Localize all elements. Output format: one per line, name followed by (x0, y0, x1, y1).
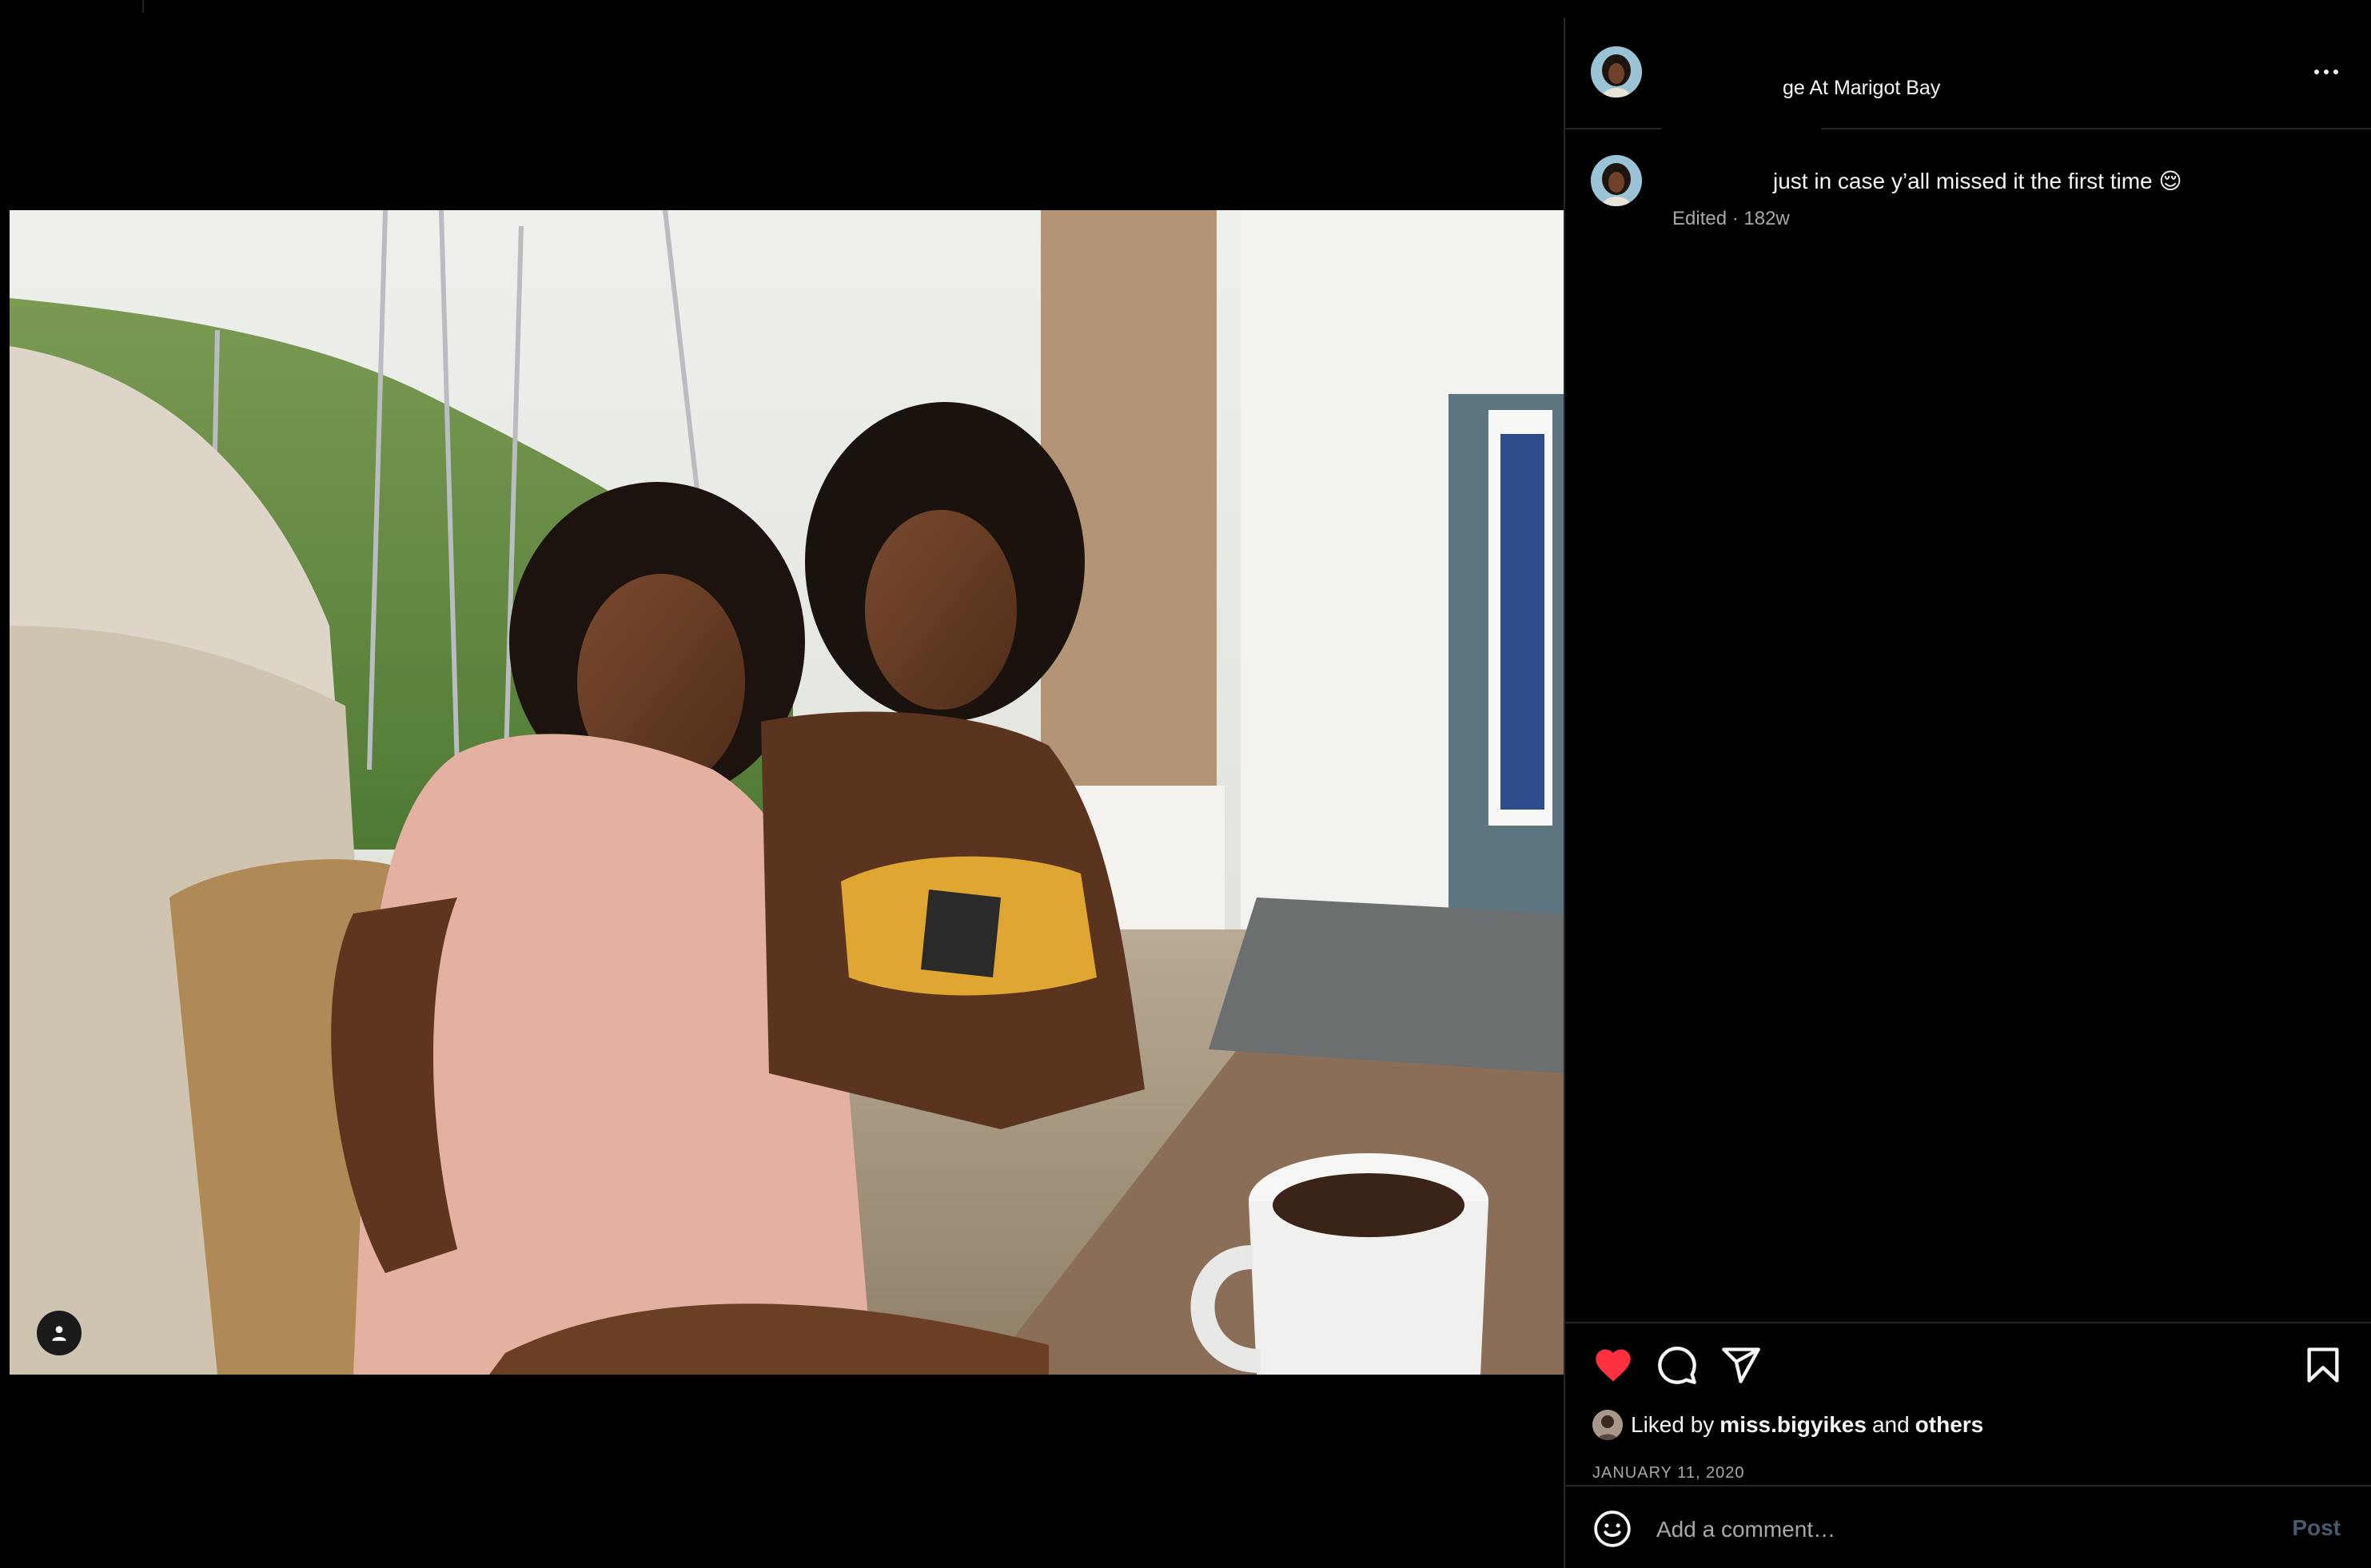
save-button[interactable] (2302, 1344, 2344, 1386)
comment-divider (1565, 1485, 2371, 1486)
share-button[interactable] (1720, 1344, 1762, 1386)
post-date[interactable]: JANUARY 11, 2020 (1592, 1464, 1745, 1482)
likes-summary[interactable]: Liked by miss.bigyikes and others (1592, 1410, 1983, 1440)
liker-avatar-image (1592, 1410, 1623, 1440)
post-comment-button[interactable]: Post (2292, 1515, 2341, 1541)
author-avatar-image (1591, 46, 1642, 98)
caption-author-avatar[interactable] (1591, 155, 1642, 206)
post-details-panel: ge At Marigot Bay just in case y’all mis… (1564, 18, 2371, 1568)
liked-by-and: and (1871, 1412, 1910, 1437)
heart-filled-icon (1596, 1349, 1631, 1382)
post-caption: just in case y’all missed it the first t… (1773, 169, 2182, 193)
liked-by-prefix: Liked by (1631, 1412, 1715, 1437)
post-location[interactable]: ge At Marigot Bay (1783, 77, 1959, 100)
emoji-button[interactable] (1592, 1509, 1632, 1549)
top-edge-mark (142, 0, 144, 13)
tagged-users-button[interactable] (37, 1311, 82, 1355)
more-dot-icon (2314, 70, 2319, 74)
user-tag-icon (52, 1326, 66, 1341)
post-photo-image (10, 210, 1564, 1375)
post-photo[interactable] (10, 210, 1564, 1375)
caption-meta: Edited · 182w (1672, 208, 1790, 229)
like-button[interactable] (1592, 1344, 1634, 1386)
instagram-post-viewer: ge At Marigot Bay just in case y’all mis… (0, 0, 2371, 1568)
more-dot-icon (2333, 70, 2338, 74)
liked-by-others-link[interactable]: others (1915, 1412, 1984, 1438)
comment-bubble-icon (1658, 1347, 1696, 1384)
comment-input[interactable] (1655, 1509, 2170, 1550)
more-options-button[interactable] (2307, 62, 2345, 82)
author-avatar[interactable] (1591, 46, 1642, 98)
more-dot-icon (2324, 70, 2329, 74)
liker-avatar (1592, 1410, 1623, 1440)
bookmark-icon (2307, 1347, 2339, 1383)
liked-by-user-link[interactable]: miss.bigyikes (1719, 1412, 1867, 1438)
post-header: ge At Marigot Bay (1565, 18, 2371, 133)
comment-button[interactable] (1656, 1344, 1698, 1386)
caption-username-area[interactable] (1661, 152, 1784, 193)
caption-avatar-image (1591, 155, 1642, 206)
actions-divider (1565, 1322, 2371, 1323)
emoji-smile-icon (1594, 1510, 1631, 1547)
paper-plane-icon (1722, 1347, 1760, 1383)
